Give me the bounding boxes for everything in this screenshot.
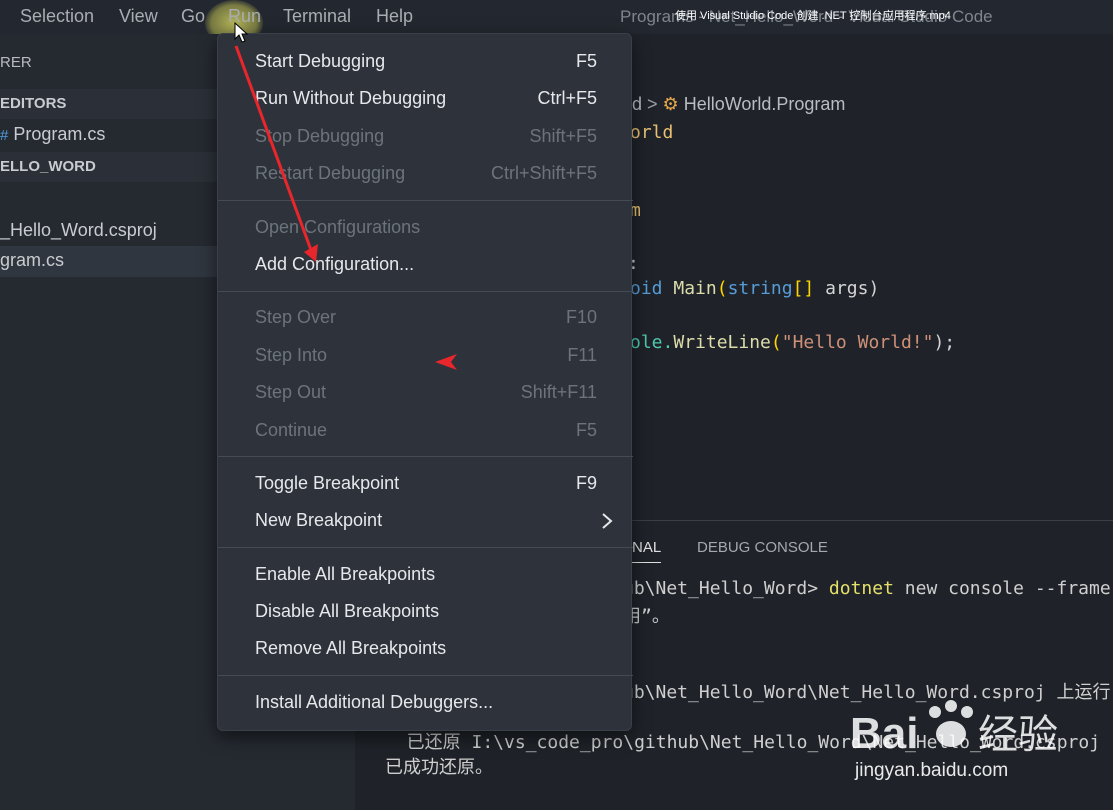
- menu-go[interactable]: Go: [181, 6, 205, 27]
- menu-terminal[interactable]: Terminal: [283, 6, 351, 27]
- run-menu-dropdown: Start Debugging F5 Run Without Debugging…: [217, 33, 633, 731]
- menu-item-remove-all-breakpoints[interactable]: Remove All Breakpoints: [218, 632, 633, 666]
- breadcrumb: d > ⚙ HelloWorld.Program: [632, 94, 845, 115]
- open-editor-file-label: Program.cs: [13, 124, 106, 144]
- open-editor-file[interactable]: # Program.cs: [0, 124, 105, 145]
- file-program-label: gram.cs: [0, 250, 65, 270]
- terminal-line: ub\Net_Hello_Word> dotnet new console --…: [623, 578, 1111, 599]
- file-csproj[interactable]: _Hello_Word.csproj: [0, 220, 157, 241]
- menu-bar: Selection View Go Run Terminal Help Prog…: [0, 0, 1113, 46]
- menu-item-add-configuration[interactable]: Add Configuration...: [218, 248, 633, 282]
- explorer-title: RER: [0, 54, 32, 71]
- menu-item-install-debuggers[interactable]: Install Additional Debuggers...: [218, 686, 633, 720]
- menu-item-open-configurations: Open Configurations: [255, 217, 421, 237]
- watermark-url: jingyan.baidu.com: [855, 760, 1009, 781]
- folder-label: ELLO_WORD: [0, 158, 96, 175]
- menu-item-run-without-debugging[interactable]: Run Without Debugging Ctrl+F5: [218, 82, 633, 116]
- menu-item-restart-debugging: Restart Debugging Ctrl+Shift+F5: [255, 163, 597, 183]
- menu-item-step-out: Step Out Shift+F11: [255, 382, 597, 402]
- breadcrumb-prefix[interactable]: d: [632, 94, 642, 114]
- menu-separator: [218, 200, 633, 201]
- video-title-overlay: 使用 Visual Studio Code 创建 .NET 控制台应用程序.mp…: [675, 10, 951, 22]
- menu-item-enable-all-breakpoints[interactable]: Enable All Breakpoints: [218, 558, 633, 592]
- menu-separator: [218, 547, 633, 548]
- menu-selection[interactable]: Selection: [20, 6, 94, 27]
- file-csproj-label: _Hello_Word.csproj: [0, 220, 157, 240]
- svg-text:经验: 经验: [978, 712, 1058, 758]
- menu-item-step-over: Step Over F10: [255, 307, 597, 327]
- svg-text:Bai: Bai: [850, 709, 918, 758]
- menu-separator: [218, 675, 633, 676]
- breadcrumb-chevron-icon: >: [647, 94, 663, 114]
- csharp-file-icon: #: [0, 127, 9, 144]
- tab-terminal[interactable]: NAL: [632, 539, 662, 563]
- code-line: orld: [630, 122, 674, 143]
- code-line: ole.WriteLine("Hello World!");: [630, 332, 956, 353]
- menu-item-start-debugging[interactable]: Start Debugging F5: [218, 45, 633, 79]
- menu-item-stop-debugging: Stop Debugging Shift+F5: [255, 126, 597, 146]
- menu-separator: [218, 456, 633, 457]
- code-line: oid Main(string[] args): [630, 278, 880, 299]
- menu-view[interactable]: View: [119, 6, 158, 27]
- menu-help[interactable]: Help: [376, 6, 413, 27]
- breadcrumb-class[interactable]: HelloWorld.Program: [684, 94, 846, 114]
- menu-item-step-into: Step Into F11: [255, 345, 597, 365]
- menu-separator: [218, 291, 633, 292]
- menu-item-continue: Continue F5: [255, 420, 597, 440]
- mouse-cursor-icon: [234, 22, 248, 43]
- chevron-right-icon: [602, 513, 613, 529]
- menu-item-toggle-breakpoint[interactable]: Toggle Breakpoint F9: [218, 467, 633, 501]
- menu-item-disable-all-breakpoints[interactable]: Disable All Breakpoints: [218, 595, 633, 629]
- class-icon: ⚙: [662, 94, 679, 114]
- open-editors-label: EDITORS: [0, 95, 67, 112]
- terminal-line: 已成功还原。: [385, 757, 493, 778]
- menu-item-new-breakpoint[interactable]: New Breakpoint: [218, 504, 633, 538]
- tab-debug-console[interactable]: DEBUG CONSOLE: [697, 539, 828, 556]
